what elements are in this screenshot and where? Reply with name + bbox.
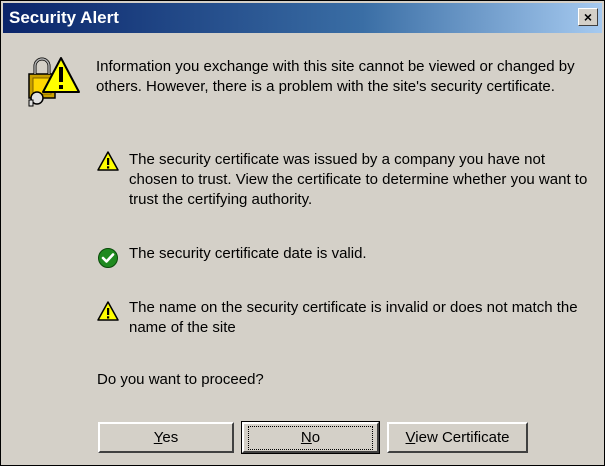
security-alert-dialog: Security Alert × Information you exchang… <box>0 0 605 466</box>
intro-text: Information you exchange with this site … <box>96 58 575 95</box>
warning-icon <box>97 151 119 171</box>
warning-icon <box>97 301 119 321</box>
check-icon <box>98 248 118 268</box>
security-shield-icon <box>28 57 80 107</box>
view-mnemonic: V <box>405 429 416 446</box>
window-title: Security Alert <box>9 8 119 27</box>
no-label-rest: o <box>311 429 321 446</box>
view-certificate-button[interactable]: View Certificate <box>387 422 528 453</box>
view-label-rest: iew Certificate <box>415 429 510 446</box>
yes-button[interactable]: Yes <box>98 422 234 453</box>
certificate-name-message: The name on the security certificate is … <box>129 299 578 336</box>
no-focus-ring: No <box>247 426 374 450</box>
certificate-date-message: The security certificate date is valid. <box>129 245 367 262</box>
close-button[interactable]: × <box>578 8 598 26</box>
title-bar[interactable]: Security Alert × <box>3 3 602 33</box>
proceed-question: Do you want to proceed? <box>97 371 264 388</box>
yes-label-rest: es <box>162 429 179 446</box>
no-button[interactable]: No <box>241 421 380 454</box>
no-mnemonic: N <box>300 429 312 446</box>
certificate-trust-message: The security certificate was issued by a… <box>129 151 588 208</box>
